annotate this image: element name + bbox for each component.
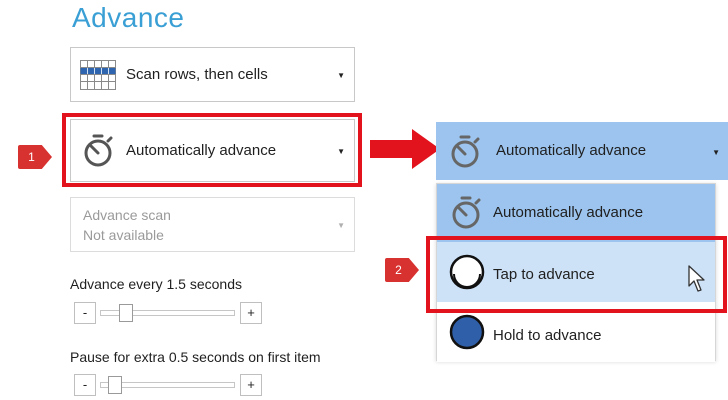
hold-circle-icon [449,314,485,350]
highlight-box-step-1 [62,113,362,187]
option-label: Hold to advance [493,327,602,344]
timer-icon [452,196,481,229]
advance-scan-status: Not available [83,227,164,243]
highlight-box-step-2 [426,236,727,313]
advance-every-slider-thumb[interactable] [119,304,133,322]
advance-every-plus-button[interactable]: + [240,302,262,324]
pause-extra-plus-button[interactable]: + [240,374,262,396]
scan-mode-label: Scan rows, then cells [126,66,268,83]
chevron-down-icon: ▼ [712,148,720,157]
advance-mode-dropdown-expanded[interactable]: Automatically advance ▼ [436,122,728,180]
pause-extra-slider-thumb[interactable] [108,376,122,394]
arrow-right-icon [370,129,440,169]
chevron-down-icon: ▼ [337,70,345,80]
advance-scan-title: Advance scan [83,207,171,223]
page-title: Advance [72,2,185,33]
scan-mode-dropdown[interactable]: Scan rows, then cells ▼ [70,47,355,102]
option-label: Automatically advance [493,204,644,221]
pause-extra-label: Pause for extra 0.5 seconds on first ite… [70,349,321,365]
chevron-down-icon: ▼ [337,220,345,230]
advance-mode-selected-label: Automatically advance [496,142,647,159]
step-1-badge: 1 [18,145,52,169]
grid-icon [80,60,116,90]
pause-extra-minus-button[interactable]: - [74,374,96,396]
advance-scan-dropdown: Advance scan Not available ▼ [70,197,355,252]
timer-icon [451,135,480,168]
mouse-cursor-icon [688,265,705,292]
advance-every-minus-button[interactable]: - [74,302,96,324]
advance-every-label: Advance every 1.5 seconds [70,276,242,292]
step-2-badge: 2 [385,258,419,282]
option-automatically-advance[interactable]: Automatically advance [437,184,715,242]
